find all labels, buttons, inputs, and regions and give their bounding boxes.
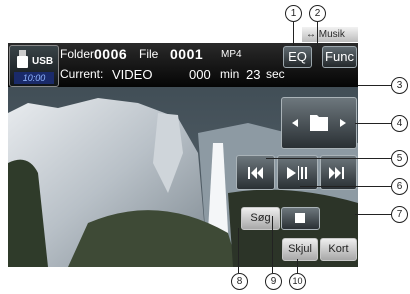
leader-line: [293, 22, 294, 46]
leader-line: [272, 216, 273, 273]
folder-number: 0006: [94, 46, 128, 62]
folder-next-icon: [340, 119, 346, 127]
skip-back-icon: [248, 167, 263, 179]
leader-line: [317, 22, 318, 46]
callout-3: 3: [391, 77, 408, 94]
sog-button[interactable]: Søg: [241, 207, 280, 230]
skjul-button[interactable]: Skjul: [282, 238, 318, 261]
callout-1: 1: [285, 5, 302, 22]
leader-line: [266, 158, 391, 159]
source-indicator: USB 10:00: [9, 45, 59, 87]
callout-6: 6: [391, 178, 408, 195]
play-pause-button[interactable]: [277, 155, 318, 190]
current-value: VIDEO: [112, 67, 153, 82]
callout-7: 7: [391, 206, 408, 223]
time-minutes: 000: [189, 67, 211, 82]
callout-4: 4: [391, 115, 408, 132]
current-label: Current:: [60, 67, 104, 81]
folder-icon: [310, 115, 328, 131]
leader-line: [238, 228, 239, 273]
leader-line: [300, 186, 391, 187]
leader-line: [297, 259, 298, 273]
folder-nav-button[interactable]: [281, 97, 357, 149]
min-label: min: [220, 67, 240, 81]
callout-10: 10: [289, 273, 306, 290]
callout-9: 9: [265, 273, 282, 290]
folder-nav-icons: [292, 115, 346, 131]
clock: 10:00: [14, 72, 54, 84]
stop-icon: [295, 213, 305, 223]
file-format: MP4: [221, 49, 242, 60]
skip-back-button[interactable]: [236, 155, 275, 190]
swap-arrow-icon: ↔: [306, 29, 316, 40]
folder-label: Folder: [60, 47, 95, 61]
kort-button[interactable]: Kort: [320, 238, 357, 261]
file-label: File: [139, 47, 159, 61]
skip-forward-icon: [329, 167, 344, 179]
func-button[interactable]: Func: [322, 46, 357, 68]
skip-forward-button[interactable]: [320, 155, 357, 190]
sec-label: sec: [266, 67, 285, 81]
leader-line: [358, 85, 391, 86]
folder-prev-icon: [292, 119, 298, 127]
usb-icon: [17, 50, 28, 68]
leader-line: [355, 123, 391, 124]
musik-label: Musik: [318, 29, 345, 40]
time-seconds: 23: [246, 67, 261, 82]
musik-button[interactable]: ↔ Musik: [302, 27, 358, 42]
stop-button[interactable]: [281, 207, 320, 230]
callout-8: 8: [231, 273, 248, 290]
callout-2: 2: [309, 5, 326, 22]
status-bar: USB 10:00 Folder 0006 File 0001 MP4 Curr…: [8, 43, 358, 87]
play-pause-icon: [287, 166, 307, 180]
leader-line: [355, 214, 391, 215]
callout-5: 5: [391, 150, 408, 167]
source-label: USB: [32, 56, 54, 67]
eq-button[interactable]: EQ: [283, 46, 312, 68]
file-number: 0001: [170, 46, 204, 62]
